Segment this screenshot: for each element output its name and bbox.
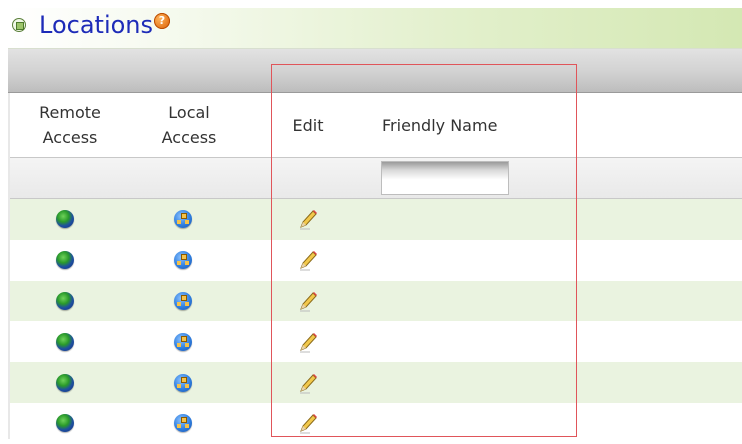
pencil-icon[interactable] bbox=[298, 249, 318, 271]
table-row[interactable] bbox=[10, 199, 742, 240]
table-row[interactable] bbox=[10, 362, 742, 403]
table-row[interactable] bbox=[10, 240, 742, 281]
globe-icon[interactable] bbox=[56, 210, 74, 229]
column-header-remote-access-line1: Remote bbox=[39, 103, 101, 122]
column-header-local-access-line1: Local bbox=[168, 103, 210, 122]
pencil-icon[interactable] bbox=[298, 208, 318, 230]
locations-icon bbox=[12, 18, 26, 32]
table-body bbox=[10, 199, 742, 444]
table-row[interactable] bbox=[10, 403, 742, 444]
pencil-icon[interactable] bbox=[298, 412, 318, 434]
pencil-icon[interactable] bbox=[298, 290, 318, 312]
filter-row bbox=[10, 158, 742, 199]
table-row[interactable] bbox=[10, 321, 742, 362]
column-header-remote-access-line2: Access bbox=[42, 128, 98, 147]
network-icon[interactable] bbox=[174, 332, 192, 351]
network-icon[interactable] bbox=[174, 210, 192, 229]
table-header: Remote Access Local Access Edit Friendly… bbox=[10, 93, 742, 158]
globe-icon[interactable] bbox=[56, 291, 74, 310]
column-header-local-access-line2: Access bbox=[161, 128, 217, 147]
table-row[interactable] bbox=[10, 280, 742, 322]
friendly-name-filter-input[interactable] bbox=[381, 161, 509, 195]
globe-icon[interactable] bbox=[56, 251, 74, 270]
network-icon[interactable] bbox=[174, 291, 192, 310]
pencil-icon[interactable] bbox=[298, 331, 318, 353]
help-icon[interactable]: ? bbox=[154, 13, 170, 29]
globe-icon[interactable] bbox=[56, 414, 74, 433]
column-header-local-access[interactable]: Local Access bbox=[149, 100, 229, 150]
pencil-icon[interactable] bbox=[298, 372, 318, 394]
network-icon[interactable] bbox=[174, 373, 192, 392]
column-header-edit[interactable]: Edit bbox=[278, 113, 338, 138]
column-header-friendly-name[interactable]: Friendly Name bbox=[372, 113, 522, 138]
toolbar bbox=[8, 49, 742, 93]
title-bar: Locations ? bbox=[8, 8, 742, 49]
page-title: Locations bbox=[39, 11, 154, 39]
globe-icon[interactable] bbox=[56, 332, 74, 351]
column-header-remote-access[interactable]: Remote Access bbox=[30, 100, 110, 150]
network-icon[interactable] bbox=[174, 414, 192, 433]
network-icon[interactable] bbox=[174, 251, 192, 270]
globe-icon[interactable] bbox=[56, 373, 74, 392]
